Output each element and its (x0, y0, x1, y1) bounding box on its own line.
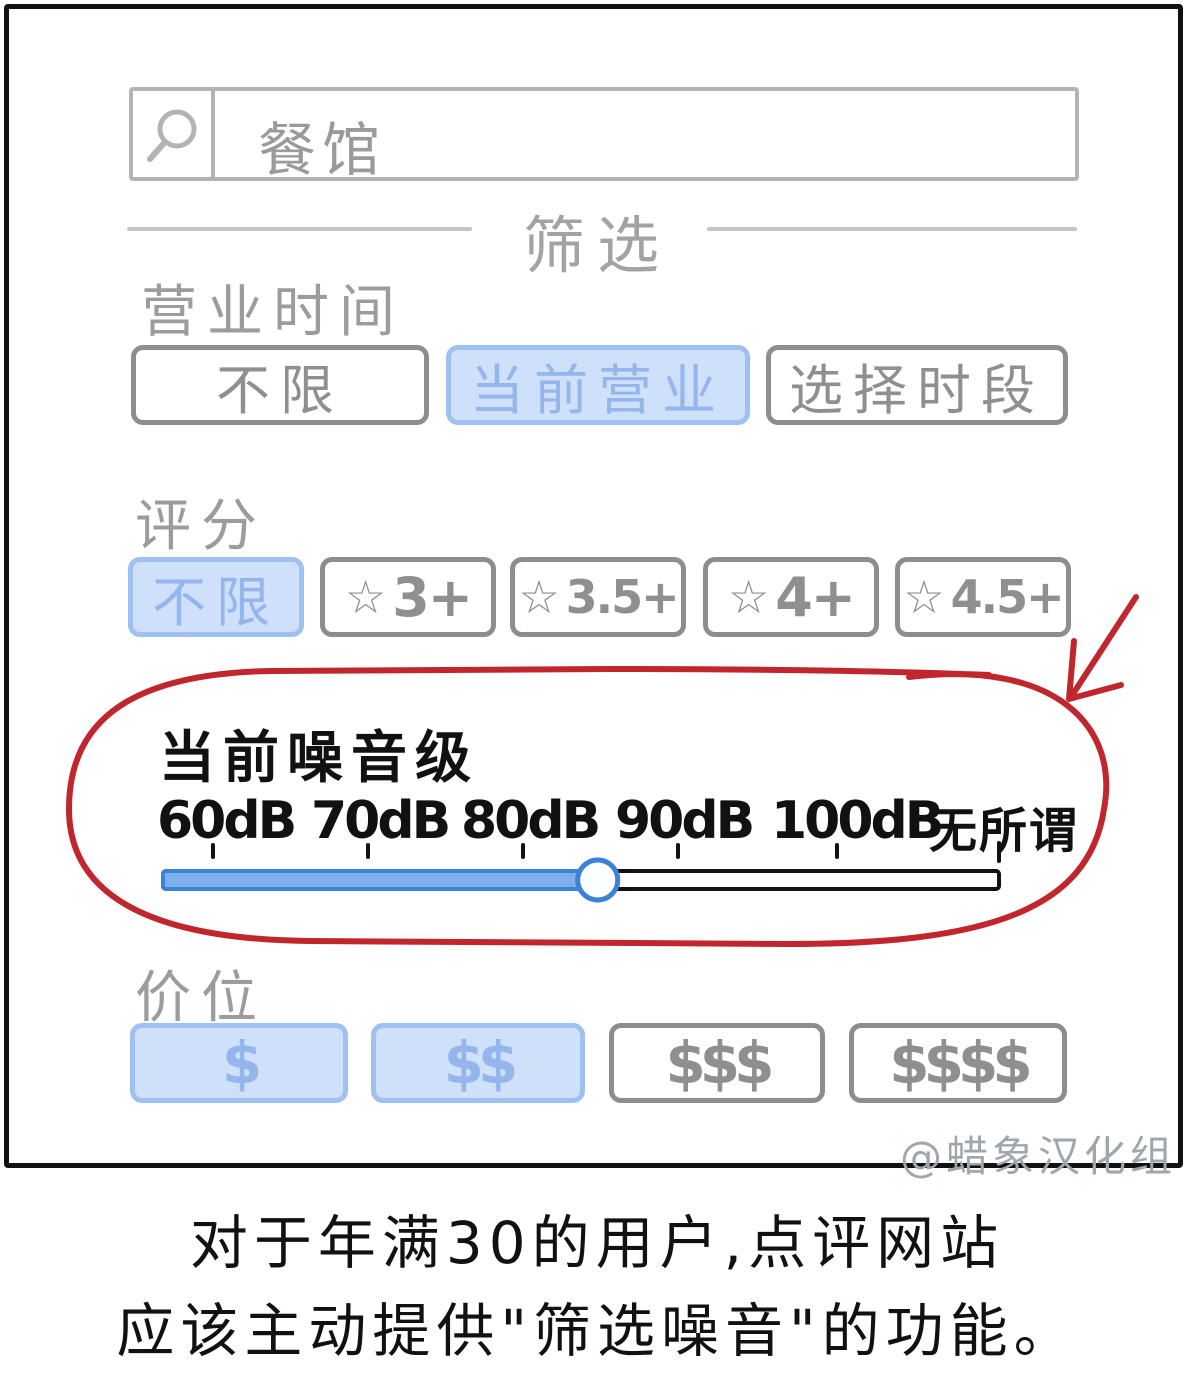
price-option-1[interactable]: $ (130, 1023, 348, 1103)
caption-line-1: 对于年满30的用户,点评网站 (189, 1209, 1005, 1277)
slider-thumb[interactable] (575, 857, 621, 903)
caption-line-2: 应该主动提供"筛选噪音"的功能。 (116, 1297, 1078, 1365)
slider-fill (161, 869, 600, 891)
price-option-4[interactable]: $$$$ (849, 1023, 1067, 1103)
price-option-2[interactable]: $$ (371, 1023, 585, 1103)
filter-panel: 餐馆 筛选 营业时间 不限 当前营业 选择时段 评分 不限 ☆ 3+ ☆ 3.5… (4, 4, 1183, 1181)
price-option-3[interactable]: $$$ (609, 1023, 825, 1103)
watermark: @蜡象汉化组 (899, 1132, 1176, 1181)
noise-slider[interactable] (149, 839, 1029, 909)
slider-ticks (211, 841, 1001, 863)
price-label: 价位 (135, 966, 267, 1031)
noise-label: 当前噪音级 (159, 726, 479, 791)
arrow-icon (1066, 594, 1139, 702)
